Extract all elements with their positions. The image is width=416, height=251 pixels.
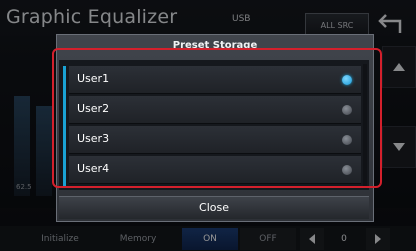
close-button[interactable]: Close xyxy=(59,196,369,219)
screen: Graphic Equalizer USB ALL SRC 62.5 Initi… xyxy=(0,0,416,251)
highlight-frame xyxy=(52,48,382,188)
